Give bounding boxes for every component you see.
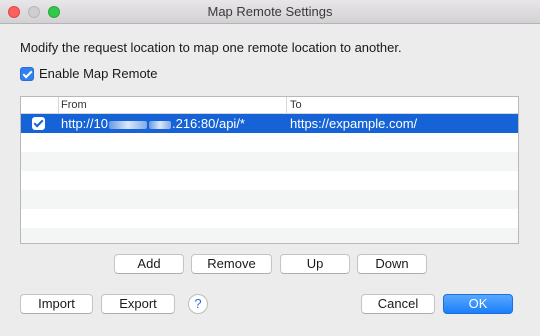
- empty-table-row: [21, 209, 518, 228]
- table-header: From To: [21, 97, 518, 114]
- export-button[interactable]: Export: [101, 294, 175, 314]
- ok-button[interactable]: OK: [443, 294, 513, 314]
- cancel-button[interactable]: Cancel: [361, 294, 435, 314]
- up-button[interactable]: Up: [280, 254, 350, 274]
- help-icon[interactable]: ?: [188, 294, 208, 314]
- redacted-blur: [148, 120, 171, 129]
- mappings-table: From To http://10 .216:80/api/* https://e…: [20, 96, 519, 244]
- map-remote-settings-dialog: Map Remote Settings Modify the request l…: [0, 0, 540, 336]
- add-button[interactable]: Add: [114, 254, 184, 274]
- description-text: Modify the request location to map one r…: [20, 40, 402, 55]
- row-from-cell: http://10 .216:80/api/*: [61, 116, 245, 131]
- from-url-suffix: .216:80/api/*: [171, 116, 245, 131]
- empty-table-row: [21, 152, 518, 171]
- remove-button[interactable]: Remove: [191, 254, 272, 274]
- empty-table-row: [21, 190, 518, 209]
- row-enabled-checkbox[interactable]: [32, 117, 45, 130]
- title-bar[interactable]: Map Remote Settings: [0, 0, 540, 24]
- enable-map-remote-label[interactable]: Enable Map Remote: [39, 66, 158, 81]
- column-header-to[interactable]: To: [290, 99, 302, 111]
- table-row[interactable]: http://10 .216:80/api/* https://expample.…: [21, 114, 518, 133]
- empty-table-row: [21, 133, 518, 152]
- import-button[interactable]: Import: [20, 294, 93, 314]
- from-url-prefix: http://10: [61, 116, 108, 131]
- redacted-blur: [108, 120, 147, 129]
- row-to-cell: https://expample.com/: [290, 116, 418, 131]
- column-divider[interactable]: [58, 97, 59, 114]
- down-button[interactable]: Down: [357, 254, 427, 274]
- column-divider[interactable]: [286, 97, 287, 114]
- enable-map-remote-checkbox[interactable]: [20, 67, 34, 81]
- empty-table-row: [21, 228, 518, 243]
- column-header-from[interactable]: From: [61, 99, 87, 111]
- window-title: Map Remote Settings: [207, 4, 333, 19]
- empty-table-row: [21, 171, 518, 190]
